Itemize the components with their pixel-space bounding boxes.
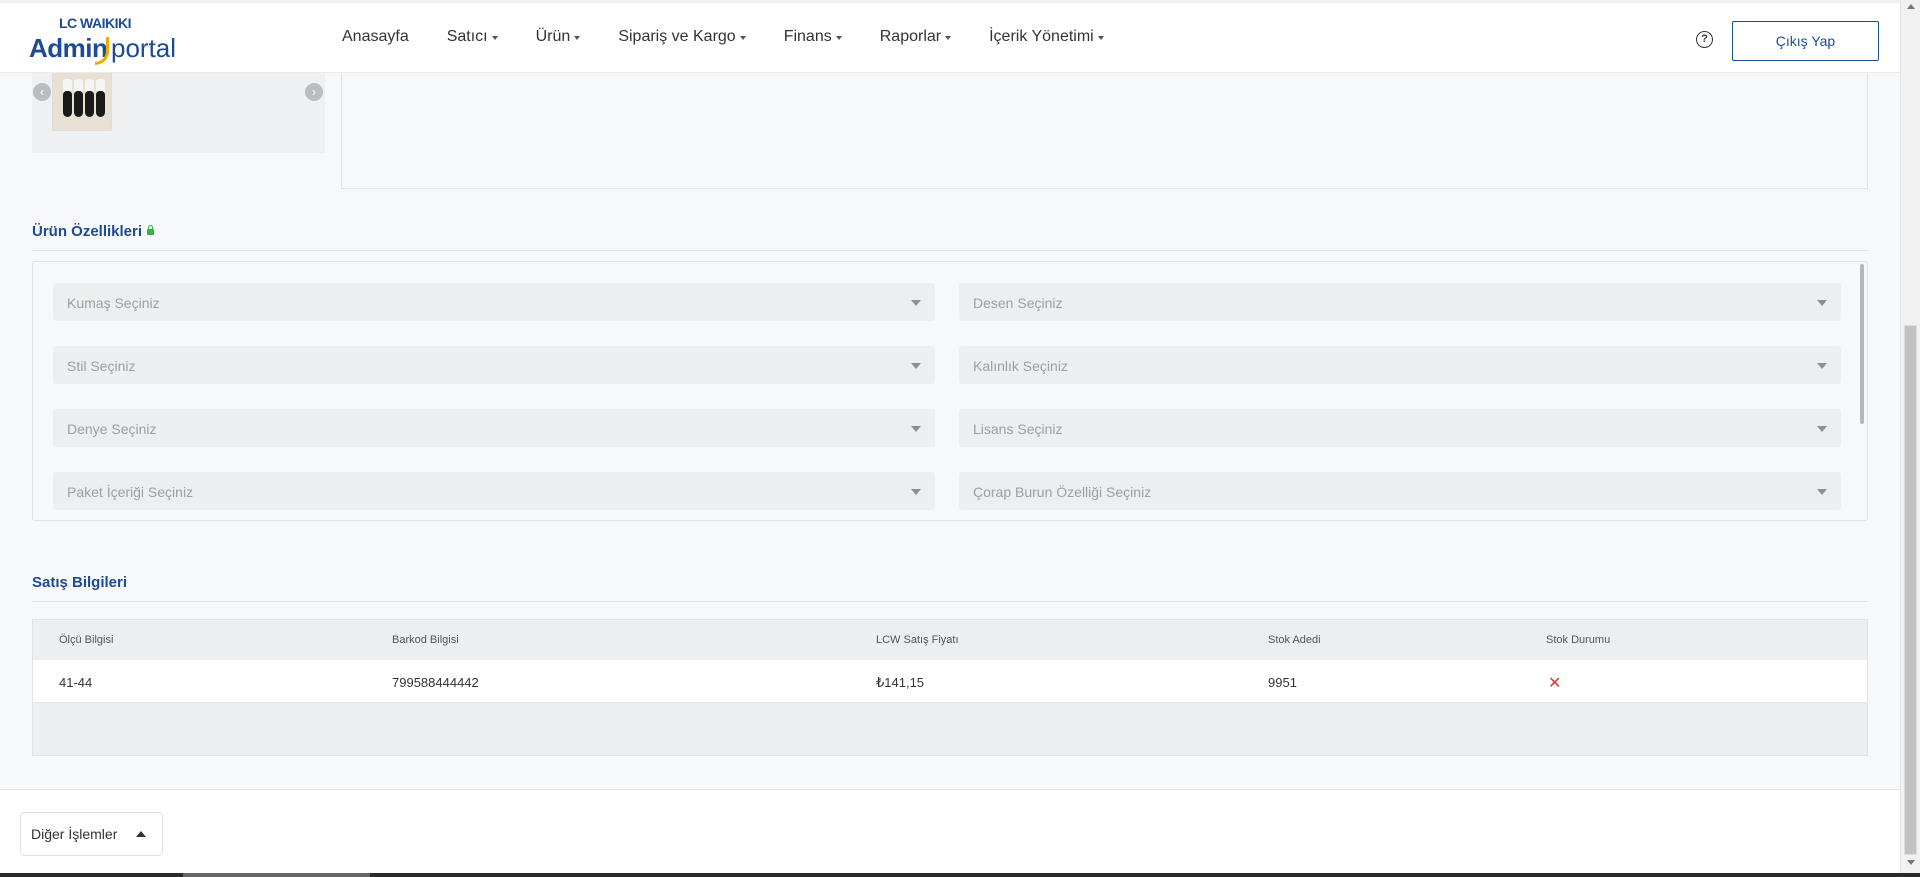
license-select[interactable]: Lisans Seçiniz <box>959 409 1841 447</box>
carousel-prev-icon[interactable]: ‹ <box>33 83 51 101</box>
select-placeholder: Kalınlık Seçiniz <box>973 358 1068 374</box>
nav-label: Ürün <box>535 28 571 45</box>
dropdown-arrow-icon <box>1817 426 1827 432</box>
select-placeholder: Kumaş Seçiniz <box>67 295 160 311</box>
lock-icon <box>147 225 155 235</box>
divider <box>32 250 1868 251</box>
product-features-panel: Kumaş Seçiniz Desen Seçiniz Stil Seçiniz… <box>32 261 1868 521</box>
nav-label: Satıcı <box>446 28 488 45</box>
table-header: Ölçü Bilgisi Barkod Bilgisi LCW Satış Fi… <box>33 620 1867 660</box>
section-title-text: Ürün Özellikleri <box>32 223 143 240</box>
select-placeholder: Çorap Burun Özelliği Seçiniz <box>973 484 1152 500</box>
dropdown-arrow-icon <box>911 300 921 306</box>
top-navbar: LC WAIKIKI Admin portal Anasayfa Satıcı … <box>0 0 1900 73</box>
page-scrollbar[interactable] <box>1900 0 1920 873</box>
nav-label: Sipariş ve Kargo <box>618 28 736 45</box>
pattern-select[interactable]: Desen Seçiniz <box>959 283 1841 321</box>
table-row: 41-44 799588444442 ₺141,15 9951 ✕ <box>33 660 1867 703</box>
product-thumbnail[interactable] <box>52 70 112 131</box>
sales-table: Ölçü Bilgisi Barkod Bilgisi LCW Satış Fi… <box>32 619 1868 756</box>
nav-item-order-shipping[interactable]: Sipariş ve Kargo <box>618 28 746 46</box>
denier-select[interactable]: Denye Seçiniz <box>53 409 935 447</box>
cell-barcode: 799588444442 <box>392 675 479 690</box>
close-icon: ✕ <box>1548 675 1562 692</box>
caret-down-icon <box>945 36 952 40</box>
dropdown-arrow-icon <box>1817 489 1827 495</box>
dropdown-arrow-icon <box>1817 300 1827 306</box>
scroll-up-icon[interactable] <box>1907 4 1915 9</box>
select-placeholder: Paket İçeriği Seçiniz <box>67 484 194 500</box>
cell-size: 41-44 <box>59 675 93 690</box>
caret-down-icon <box>739 36 746 40</box>
select-placeholder: Lisans Seçiniz <box>973 421 1063 437</box>
logo[interactable]: LC WAIKIKI Admin portal <box>29 11 179 67</box>
divider <box>32 601 1868 602</box>
style-select[interactable]: Stil Seçiniz <box>53 346 935 384</box>
section-title-product-features: Ürün Özellikleri <box>32 223 155 240</box>
sock-image-part <box>96 91 105 117</box>
nav-item-seller[interactable]: Satıcı <box>447 28 498 46</box>
carousel-next-icon[interactable]: › <box>305 83 323 101</box>
column-header: Ölçü Bilgisi <box>59 634 114 646</box>
fabric-select[interactable]: Kumaş Seçiniz <box>53 283 935 321</box>
logo-portal: portal <box>111 33 177 63</box>
panel-scrollbar[interactable] <box>1860 264 1864 424</box>
product-description-box <box>341 60 1868 189</box>
cell-price: ₺141,15 <box>876 675 925 690</box>
sock-image-part <box>85 91 94 117</box>
caret-up-icon <box>136 831 146 837</box>
section-title-sales-info: Satış Bilgileri <box>32 574 128 591</box>
caret-down-icon <box>574 36 581 40</box>
logout-button[interactable]: Çıkış Yap <box>1732 21 1879 61</box>
sock-image-part <box>74 91 83 117</box>
nav-item-product[interactable]: Ürün <box>536 28 581 46</box>
select-placeholder: Desen Seçiniz <box>973 295 1063 311</box>
select-placeholder: Denye Seçiniz <box>67 421 157 437</box>
thickness-select[interactable]: Kalınlık Seçiniz <box>959 346 1841 384</box>
select-placeholder: Stil Seçiniz <box>67 358 136 374</box>
nav-item-finance[interactable]: Finans <box>784 28 842 46</box>
dropdown-arrow-icon <box>911 363 921 369</box>
caret-down-icon <box>835 36 842 40</box>
column-header: Stok Adedi <box>1268 634 1321 646</box>
nav-item-reports[interactable]: Raporlar <box>879 28 952 46</box>
nav-label: İçerik Yönetimi <box>989 28 1094 45</box>
dropdown-arrow-icon <box>911 489 921 495</box>
sock-image-part <box>63 91 72 117</box>
cell-stock: 9951 <box>1268 675 1297 690</box>
other-actions-button[interactable]: Diğer İşlemler <box>20 812 163 856</box>
package-content-select[interactable]: Paket İçeriği Seçiniz <box>53 472 935 510</box>
logo-brand: LC WAIKIKI <box>59 15 132 31</box>
column-header: Stok Durumu <box>1546 634 1611 646</box>
scrollbar-thumb[interactable] <box>1904 325 1917 855</box>
help-icon[interactable]: ? <box>1696 31 1713 48</box>
dropdown-arrow-icon <box>911 426 921 432</box>
nav-item-content-management[interactable]: İçerik Yönetimi <box>989 28 1104 46</box>
main-nav: Anasayfa Satıcı Ürün Sipariş ve Kargo Fi… <box>342 28 1142 46</box>
nav-label: Raporlar <box>879 28 942 45</box>
table-footer <box>33 703 1867 755</box>
sock-toe-feature-select[interactable]: Çorap Burun Özelliği Seçiniz <box>959 472 1841 510</box>
nav-label: Anasayfa <box>342 28 409 45</box>
column-header: Barkod Bilgisi <box>392 634 459 646</box>
taskbar-segment <box>183 873 370 877</box>
bottom-action-bar: Diğer İşlemler <box>0 789 1900 873</box>
nav-label: Finans <box>783 28 832 45</box>
dropdown-arrow-icon <box>1817 363 1827 369</box>
scroll-down-icon[interactable] <box>1907 860 1915 865</box>
caret-down-icon <box>1097 36 1104 40</box>
nav-item-home[interactable]: Anasayfa <box>342 28 409 46</box>
image-carousel: ‹ › <box>32 60 325 153</box>
caret-down-icon <box>491 36 498 40</box>
button-label: Diğer İşlemler <box>31 826 118 842</box>
column-header: LCW Satış Fiyatı <box>876 634 959 646</box>
